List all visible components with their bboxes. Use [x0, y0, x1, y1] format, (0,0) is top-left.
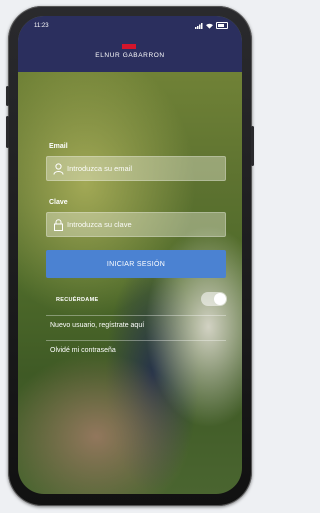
password-field[interactable]: [46, 212, 226, 237]
status-time: 11:23: [34, 23, 49, 29]
battery-icon: [216, 22, 228, 29]
register-link[interactable]: Nuevo usuario, regístrate aquí: [50, 322, 144, 329]
remember-me-toggle[interactable]: [201, 292, 227, 306]
phone-side-button: [6, 86, 9, 106]
status-bar: 11:23: [18, 16, 242, 36]
app-header: ELNUR GABARRON: [18, 36, 242, 72]
phone-screen: 11:23 ELNUR GABARRON Email Clave: [18, 16, 242, 494]
user-icon: [53, 163, 64, 175]
toggle-knob: [214, 293, 226, 305]
divider: [46, 340, 226, 341]
signal-icon: [195, 22, 203, 29]
password-input[interactable]: [67, 213, 222, 236]
password-label: Clave: [49, 199, 68, 206]
email-field[interactable]: [46, 156, 226, 181]
email-input[interactable]: [67, 157, 222, 180]
brand-name: ELNUR GABARRON: [95, 52, 165, 59]
login-button[interactable]: INICIAR SESIÓN: [46, 250, 226, 278]
lock-icon: [54, 219, 63, 231]
brand-logo-mark: [122, 44, 136, 49]
phone-side-button: [251, 126, 254, 166]
forgot-password-link[interactable]: Olvidé mi contraseña: [50, 347, 116, 354]
email-label: Email: [49, 143, 68, 150]
divider: [46, 315, 226, 316]
wifi-icon: [206, 23, 213, 29]
status-icons: [195, 22, 228, 29]
remember-me-label: RECUÉRDAME: [56, 297, 99, 303]
phone-side-button: [6, 116, 9, 148]
